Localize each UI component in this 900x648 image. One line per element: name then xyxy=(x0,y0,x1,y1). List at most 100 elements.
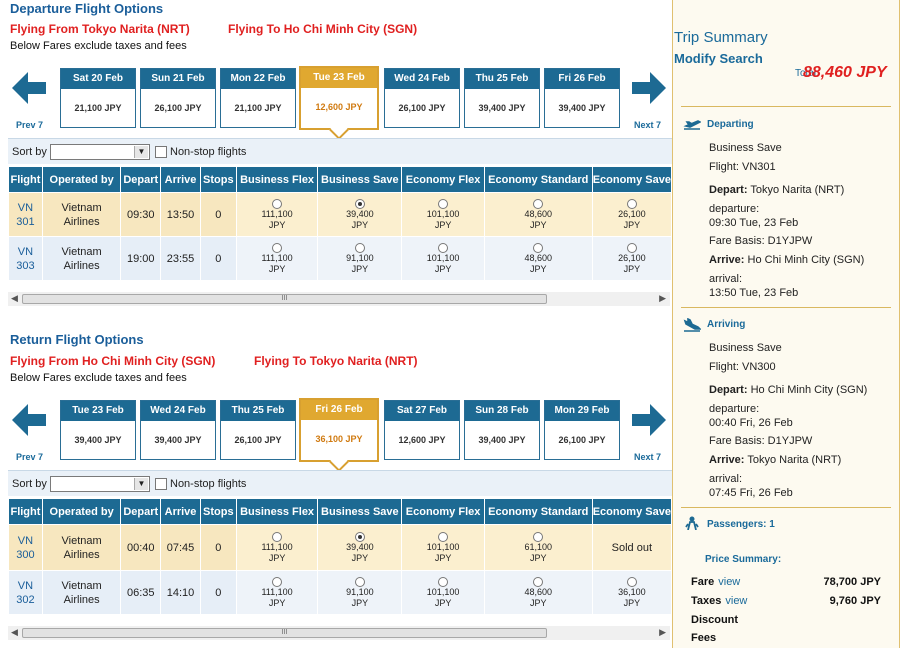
taxes-view-link[interactable]: view xyxy=(725,595,747,607)
fare-cell[interactable]: 36,100 JPY xyxy=(591,570,673,615)
fare-radio-selected[interactable] xyxy=(354,531,365,542)
fare-radio[interactable] xyxy=(272,531,283,542)
fare-cell[interactable]: 101,100 JPY xyxy=(401,192,485,237)
return-date-tab[interactable]: Sat 27 Feb 12,600 JPY xyxy=(384,400,460,460)
departure-sort-select[interactable]: ▼ xyxy=(50,144,150,160)
return-nonstop-checkbox[interactable] xyxy=(155,478,167,490)
fare-cell-selected[interactable]: 39,400 JPY xyxy=(317,192,403,237)
fare-cell[interactable]: 91,100 JPY xyxy=(317,570,403,615)
fare-cell[interactable]: 26,100 JPY xyxy=(591,192,673,237)
fare-radio-selected[interactable] xyxy=(354,198,365,209)
scroll-thumb[interactable]: III xyxy=(22,628,547,638)
fare-cell[interactable]: 111,100 JPY xyxy=(235,570,319,615)
col-header[interactable]: Business Flex xyxy=(235,498,319,525)
return-date-tab-selected[interactable]: Fri 26 Feb 36,100 JPY xyxy=(299,398,379,462)
col-header[interactable]: Economy Standard xyxy=(483,166,593,193)
departure-date-tab[interactable]: Sun 21 Feb 26,100 JPY xyxy=(140,68,216,128)
departure-date-tab[interactable]: Mon 22 Feb 21,100 JPY xyxy=(220,68,296,128)
departure-date-tab[interactable]: Fri 26 Feb 39,400 JPY xyxy=(544,68,620,128)
scroll-right-icon[interactable]: ▶ xyxy=(659,627,666,638)
col-header[interactable]: Economy Flex xyxy=(401,498,485,525)
fare-radio[interactable] xyxy=(354,576,365,587)
fare-radio[interactable] xyxy=(438,198,449,209)
col-header[interactable]: Flight xyxy=(8,166,43,193)
fare-radio[interactable] xyxy=(272,198,283,209)
scroll-thumb[interactable]: III xyxy=(22,294,547,304)
fare-cell[interactable]: 26,100 JPY xyxy=(591,236,673,281)
col-header[interactable]: Economy Save xyxy=(591,498,673,525)
return-prev-7-link[interactable]: Prev 7 xyxy=(16,452,43,462)
departure-date-tab[interactable]: Sat 20 Feb 21,100 JPY xyxy=(60,68,136,128)
fare-radio[interactable] xyxy=(533,198,544,209)
col-header[interactable]: Arrive xyxy=(160,498,201,525)
departure-nonstop-checkbox[interactable] xyxy=(155,146,167,158)
fare-radio[interactable] xyxy=(626,198,637,209)
return-next-7-link[interactable]: Next 7 xyxy=(634,452,661,462)
col-header[interactable]: Depart xyxy=(120,166,162,193)
col-header[interactable]: Depart xyxy=(120,498,162,525)
col-header[interactable]: Business Save xyxy=(317,498,403,525)
modify-search-link[interactable]: Modify Search xyxy=(674,51,763,66)
scroll-right-icon[interactable]: ▶ xyxy=(659,293,666,304)
prev-week-arrow-icon[interactable] xyxy=(10,68,50,108)
return-date-tab[interactable]: Wed 24 Feb 39,400 JPY xyxy=(140,400,216,460)
col-header[interactable]: Economy Save xyxy=(591,166,673,193)
col-header[interactable]: Business Flex xyxy=(235,166,319,193)
fare-cell[interactable]: 111,100 JPY xyxy=(235,524,319,571)
col-header[interactable]: Operated by xyxy=(41,166,122,193)
return-date-tab[interactable]: Thu 25 Feb 26,100 JPY xyxy=(220,400,296,460)
fare-cell[interactable]: 111,100 JPY xyxy=(235,236,319,281)
fare-cell[interactable]: 48,600 JPY xyxy=(483,236,593,281)
col-header[interactable]: Stops xyxy=(199,498,237,525)
next-week-arrow-icon[interactable] xyxy=(628,400,668,440)
return-date-tab[interactable]: Mon 29 Feb 26,100 JPY xyxy=(544,400,620,460)
scroll-left-icon[interactable]: ◀ xyxy=(11,627,18,638)
fare-radio[interactable] xyxy=(533,242,544,253)
fare-radio[interactable] xyxy=(626,242,637,253)
fare-cell[interactable]: 101,100 JPY xyxy=(401,236,485,281)
flight-number[interactable]: VN 303 xyxy=(8,236,43,281)
prev-week-arrow-icon[interactable] xyxy=(10,400,50,440)
flight-number[interactable]: VN 300 xyxy=(8,524,43,571)
col-header[interactable]: Arrive xyxy=(160,166,201,193)
fare-cell[interactable]: 111,100 JPY xyxy=(235,192,319,237)
scroll-left-icon[interactable]: ◀ xyxy=(11,293,18,304)
departure-horizontal-scrollbar[interactable]: ◀ III ▶ xyxy=(8,292,670,306)
departure-next-7-link[interactable]: Next 7 xyxy=(634,120,661,130)
fare-radio[interactable] xyxy=(626,576,637,587)
departure-prev-7-link[interactable]: Prev 7 xyxy=(16,120,43,130)
fare-cell[interactable]: 48,600 JPY xyxy=(483,570,593,615)
col-header[interactable]: Stops xyxy=(199,166,237,193)
flight-number[interactable]: VN 301 xyxy=(8,192,43,237)
departure-date-tab-selected[interactable]: Tue 23 Feb 12,600 JPY xyxy=(299,66,379,130)
fare-radio[interactable] xyxy=(272,242,283,253)
fare-cell[interactable]: 61,100 JPY xyxy=(483,524,593,571)
col-header[interactable]: Economy Flex xyxy=(401,166,485,193)
fare-radio[interactable] xyxy=(533,531,544,542)
fare-radio[interactable] xyxy=(438,576,449,587)
fare-cell[interactable]: 48,600 JPY xyxy=(483,192,593,237)
departure-date-tab[interactable]: Wed 24 Feb 26,100 JPY xyxy=(384,68,460,128)
departure-date-tab[interactable]: Thu 25 Feb 39,400 JPY xyxy=(464,68,540,128)
fare-radio[interactable] xyxy=(438,531,449,542)
fare-radio[interactable] xyxy=(354,242,365,253)
return-horizontal-scrollbar[interactable]: ◀ III ▶ xyxy=(8,626,670,640)
return-date-tab[interactable]: Sun 28 Feb 39,400 JPY xyxy=(464,400,540,460)
fare-cell[interactable]: 101,100 JPY xyxy=(401,524,485,571)
fare-cell[interactable]: 91,100 JPY xyxy=(317,236,403,281)
col-header[interactable]: Business Save xyxy=(317,166,403,193)
fare-radio[interactable] xyxy=(272,576,283,587)
col-header[interactable]: Flight xyxy=(8,498,43,525)
col-header[interactable]: Operated by xyxy=(41,498,122,525)
fare-view-link[interactable]: view xyxy=(718,576,740,588)
flight-number[interactable]: VN 302 xyxy=(8,570,43,615)
next-week-arrow-icon[interactable] xyxy=(628,68,668,108)
fare-radio[interactable] xyxy=(438,242,449,253)
taxes-row: Taxes view 9,760 JPY xyxy=(691,595,881,607)
col-header[interactable]: Economy Standard xyxy=(483,498,593,525)
fare-cell[interactable]: 101,100 JPY xyxy=(401,570,485,615)
fare-radio[interactable] xyxy=(533,576,544,587)
fare-cell-selected[interactable]: 39,400 JPY xyxy=(317,524,403,571)
return-date-tab[interactable]: Tue 23 Feb 39,400 JPY xyxy=(60,400,136,460)
return-sort-select[interactable]: ▼ xyxy=(50,476,150,492)
